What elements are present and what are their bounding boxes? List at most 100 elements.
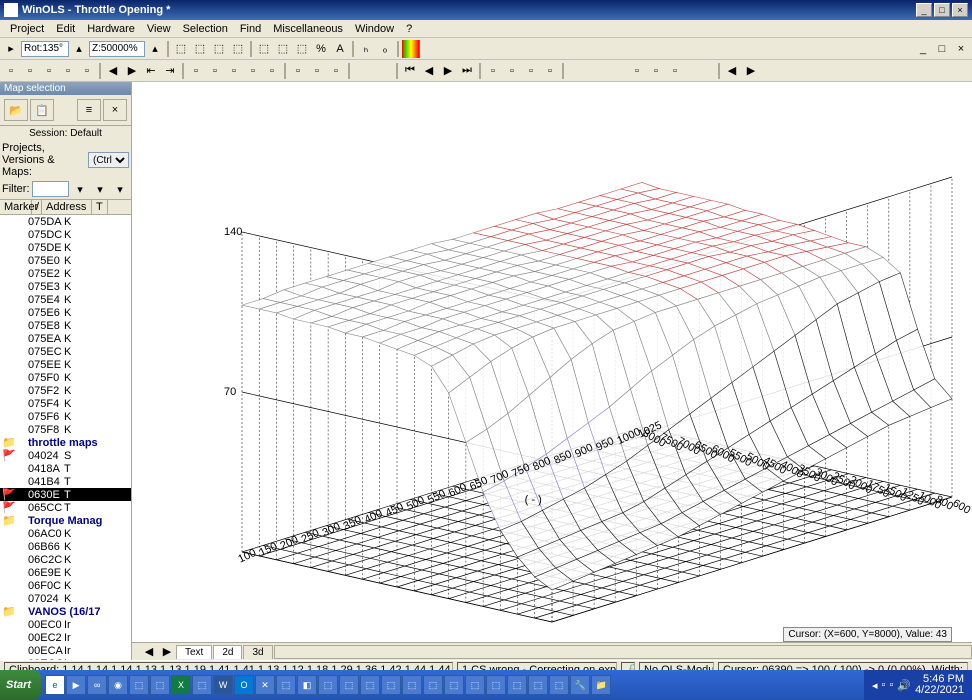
task-app-icon[interactable]: ⬚ bbox=[381, 675, 401, 695]
map-item[interactable]: 🚩065CCT bbox=[0, 501, 131, 514]
tb-icon[interactable]: ▫ bbox=[503, 62, 521, 80]
task-app-icon[interactable]: ⬚ bbox=[360, 675, 380, 695]
filter-btn-icon[interactable]: ▾ bbox=[111, 180, 129, 198]
tb-icon[interactable]: ▫ bbox=[206, 62, 224, 80]
task-app-icon[interactable]: ▶ bbox=[66, 675, 86, 695]
map-item[interactable]: 075EEK bbox=[0, 358, 131, 371]
task-ie-icon[interactable]: e bbox=[45, 675, 65, 695]
tray-icon[interactable]: 🔊 bbox=[897, 679, 911, 692]
map-item[interactable]: 0418AT bbox=[0, 462, 131, 475]
tab-nav-next-icon[interactable]: ▶ bbox=[158, 643, 176, 661]
map-item[interactable]: 075E8K bbox=[0, 319, 131, 332]
map-item[interactable]: 075E3K bbox=[0, 280, 131, 293]
task-app-icon[interactable]: ⬚ bbox=[129, 675, 149, 695]
tool-icon[interactable]: 📋 bbox=[30, 99, 54, 121]
tb-icon[interactable]: ▫ bbox=[666, 62, 684, 80]
filter-input[interactable] bbox=[32, 181, 70, 197]
map-item[interactable]: 🚩0630ET bbox=[0, 488, 131, 501]
tb-icon[interactable]: ▫ bbox=[308, 62, 326, 80]
task-app-icon[interactable]: ⬚ bbox=[486, 675, 506, 695]
zoom-input[interactable] bbox=[89, 41, 145, 57]
task-app-icon[interactable]: ⬚ bbox=[507, 675, 527, 695]
tb-nav-last-icon[interactable]: ⏭ bbox=[458, 62, 476, 80]
map-item[interactable]: 075E0K bbox=[0, 254, 131, 267]
col-type[interactable]: T bbox=[92, 200, 108, 214]
tb-icon[interactable]: ▫ bbox=[225, 62, 243, 80]
map-item[interactable]: 075E4K bbox=[0, 293, 131, 306]
task-word-icon[interactable]: W bbox=[213, 675, 233, 695]
tb-icon[interactable]: ▫ bbox=[78, 62, 96, 80]
tb-color-icon[interactable] bbox=[402, 40, 420, 58]
map-item[interactable]: 075F4K bbox=[0, 397, 131, 410]
task-app-icon[interactable]: ⬚ bbox=[528, 675, 548, 695]
tray-icon[interactable]: ▫ bbox=[889, 679, 893, 691]
task-app-icon[interactable]: ⬚ bbox=[192, 675, 212, 695]
task-app-icon[interactable]: ⬚ bbox=[402, 675, 422, 695]
tb-icon[interactable]: ⬚ bbox=[210, 40, 228, 58]
tb-icon[interactable]: ▫ bbox=[522, 62, 540, 80]
close-button[interactable]: × bbox=[952, 3, 968, 17]
map-item[interactable]: 075E2K bbox=[0, 267, 131, 280]
tb-icon[interactable]: ⬚ bbox=[172, 40, 190, 58]
task-app-icon[interactable]: 🔧 bbox=[570, 675, 590, 695]
map-item[interactable]: 075F8K bbox=[0, 423, 131, 436]
map-item[interactable]: 06F0CK bbox=[0, 579, 131, 592]
zoom-up-icon[interactable]: ▴ bbox=[146, 40, 164, 58]
tb-min-icon[interactable]: _ bbox=[914, 40, 932, 58]
tb-icon[interactable]: ▫ bbox=[40, 62, 58, 80]
h-scrollbar[interactable] bbox=[274, 645, 972, 659]
tool-icon[interactable]: ≡ bbox=[77, 99, 101, 121]
map-item[interactable]: 075F6K bbox=[0, 410, 131, 423]
tb-org-icon[interactable]: ₒ bbox=[376, 40, 394, 58]
map-item[interactable]: 075DEK bbox=[0, 241, 131, 254]
rotation-input[interactable] bbox=[21, 41, 69, 57]
tb-icon[interactable]: A bbox=[331, 40, 349, 58]
col-slash[interactable]: / bbox=[32, 200, 42, 214]
task-app-icon[interactable]: ⬚ bbox=[318, 675, 338, 695]
map-item[interactable]: 075E6K bbox=[0, 306, 131, 319]
tb-icon[interactable]: ▫ bbox=[187, 62, 205, 80]
tab-nav-prev-icon[interactable]: ◀ bbox=[140, 643, 158, 661]
task-app-icon[interactable]: ⬚ bbox=[549, 675, 569, 695]
tb-close-icon[interactable]: × bbox=[952, 40, 970, 58]
menu-misc[interactable]: Miscellaneous bbox=[267, 22, 349, 36]
system-tray[interactable]: ◂ ▫ ▫ 🔊 5:46 PM 4/22/2021 bbox=[864, 670, 972, 700]
map-item[interactable]: 00EC0Ir bbox=[0, 618, 131, 631]
tb-hex-icon[interactable]: ₕ bbox=[357, 40, 375, 58]
task-app-icon[interactable]: ⬚ bbox=[423, 675, 443, 695]
menu-window[interactable]: Window bbox=[349, 22, 400, 36]
tb-icon[interactable]: ⇥ bbox=[161, 62, 179, 80]
tb-nav-prev-icon[interactable]: ◀ bbox=[420, 62, 438, 80]
tb-icon[interactable]: ▫ bbox=[628, 62, 646, 80]
tb-icon[interactable]: ▫ bbox=[484, 62, 502, 80]
map-list[interactable]: 075DAK075DCK075DEK075E0K075E2K075E3K075E… bbox=[0, 215, 131, 660]
map-item[interactable]: 00EC2Ir bbox=[0, 631, 131, 644]
tb-icon[interactable]: ▫ bbox=[59, 62, 77, 80]
tray-icon[interactable]: ▫ bbox=[882, 679, 886, 691]
tb-icon[interactable]: ▫ bbox=[21, 62, 39, 80]
tb-icon[interactable]: ⬚ bbox=[229, 40, 247, 58]
tb-icon[interactable]: ▫ bbox=[244, 62, 262, 80]
task-app-icon[interactable]: ◧ bbox=[297, 675, 317, 695]
tb-icon[interactable]: ⇤ bbox=[142, 62, 160, 80]
3d-viewport[interactable]: 7014060080010001250150017502000250030003… bbox=[132, 82, 972, 660]
tb-icon[interactable]: ⬚ bbox=[255, 40, 273, 58]
map-item[interactable]: 00ECAIr bbox=[0, 644, 131, 657]
map-folder[interactable]: 📁throttle maps bbox=[0, 436, 131, 449]
tab-3d[interactable]: 3d bbox=[243, 645, 272, 659]
tb-icon[interactable]: ▫ bbox=[541, 62, 559, 80]
task-app-icon[interactable]: ⬚ bbox=[465, 675, 485, 695]
tb-next-icon[interactable]: ▶ bbox=[742, 62, 760, 80]
map-item[interactable]: 075DCK bbox=[0, 228, 131, 241]
tb-nav-next-icon[interactable]: ▶ bbox=[439, 62, 457, 80]
tool-open-icon[interactable]: 📂 bbox=[4, 99, 28, 121]
task-app-icon[interactable]: ∞ bbox=[87, 675, 107, 695]
pvm-select[interactable]: (Ctrl bbox=[88, 152, 129, 168]
menu-hardware[interactable]: Hardware bbox=[81, 22, 141, 36]
rot-up-icon[interactable]: ▴ bbox=[70, 40, 88, 58]
clock[interactable]: 5:46 PM 4/22/2021 bbox=[915, 674, 964, 696]
tb-icon[interactable]: ⬚ bbox=[274, 40, 292, 58]
tb-arrow-right-icon[interactable]: ▶ bbox=[123, 62, 141, 80]
map-folder[interactable]: 📁VANOS (16/17 bbox=[0, 605, 131, 618]
tb-icon[interactable]: ▫ bbox=[289, 62, 307, 80]
